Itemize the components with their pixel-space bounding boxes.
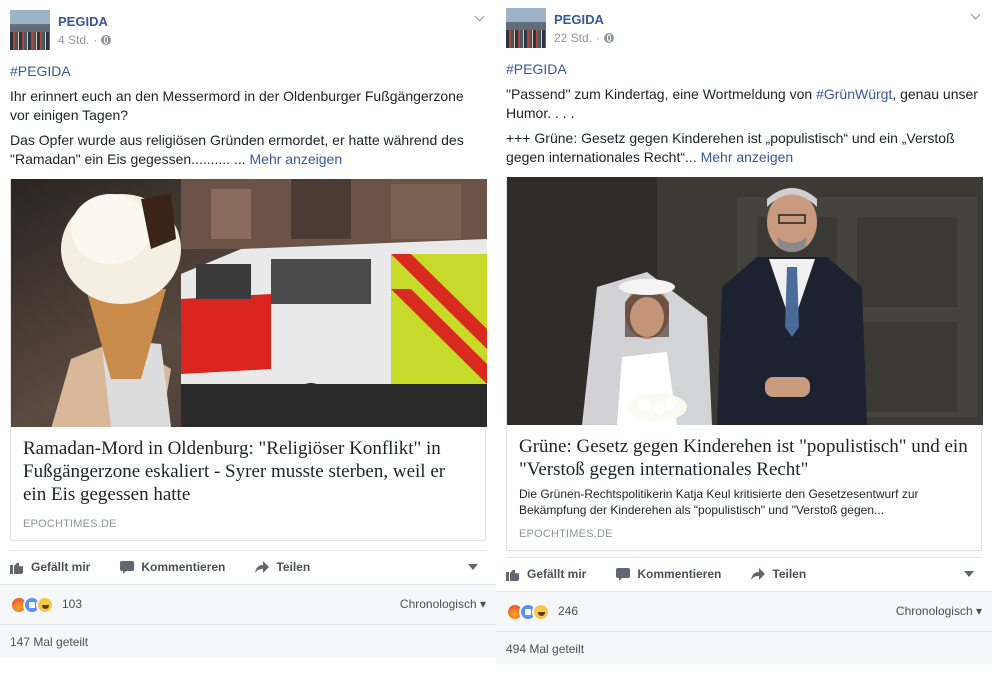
page-name-link[interactable]: PEGIDA — [58, 14, 108, 29]
reaction-icons[interactable] — [10, 596, 54, 614]
share-icon — [751, 567, 766, 581]
link-preview-card[interactable]: Ramadan-Mord in Oldenburg: "Religiöser K… — [10, 179, 487, 541]
share-label: Teilen — [772, 567, 807, 581]
share-label: Teilen — [276, 560, 311, 574]
comment-button[interactable]: Kommentieren — [120, 560, 225, 574]
link-domain: EPOCHTIMES.DE — [519, 528, 613, 540]
post-paragraph-start: "Passend" zum Kindertag, eine Wortmeldun… — [506, 86, 817, 102]
comment-button[interactable]: Kommentieren — [616, 567, 721, 581]
post-timestamp[interactable]: 4 Std. — [58, 33, 89, 47]
share-icon — [255, 560, 270, 574]
shares-bar: 494 Mal geteilt — [496, 631, 992, 664]
post-paragraph: Ihr erinnert euch an den Messermord in d… — [10, 88, 464, 123]
like-icon — [10, 560, 24, 574]
audience-caret-icon[interactable] — [964, 571, 974, 577]
meta-separator: · — [93, 33, 98, 47]
post-header: PEGIDA 22 Std. · — [506, 8, 982, 48]
comment-label: Kommentieren — [637, 567, 722, 581]
comment-label: Kommentieren — [141, 560, 226, 574]
like-label: Gefällt mir — [527, 567, 587, 581]
reactions-bar: 103 Chronologisch ▾ — [0, 584, 496, 624]
like-label: Gefällt mir — [31, 560, 91, 574]
meta-separator: · — [596, 31, 601, 45]
post-meta: 4 Std. · — [58, 33, 112, 47]
news-feed: PEGIDA 4 Std. · #PEGIDA Ihr erinnert euc… — [0, 0, 992, 680]
globe-icon — [101, 35, 112, 45]
share-count[interactable]: 147 Mal geteilt — [10, 635, 88, 649]
page-avatar[interactable] — [10, 10, 50, 50]
share-button[interactable]: Teilen — [255, 560, 310, 574]
comment-sort-dropdown[interactable]: Chronologisch ▾ — [400, 597, 486, 611]
comment-sort-dropdown[interactable]: Chronologisch ▾ — [896, 604, 982, 618]
page-name-link[interactable]: PEGIDA — [554, 12, 604, 27]
reaction-count[interactable]: 103 — [62, 597, 82, 611]
chevron-down-icon[interactable] — [970, 10, 982, 22]
shares-bar: 147 Mal geteilt — [0, 624, 496, 657]
post-meta: 22 Std. · — [554, 31, 615, 45]
globe-icon — [604, 33, 615, 43]
like-button[interactable]: Gefällt mir — [506, 567, 586, 581]
see-more-link[interactable]: Mehr anzeigen — [701, 149, 794, 165]
comment-icon — [120, 560, 135, 574]
link-domain: EPOCHTIMES.DE — [23, 518, 117, 530]
like-button[interactable]: Gefällt mir — [10, 560, 90, 574]
hashtag-link[interactable]: #GrünWürgt — [816, 86, 892, 102]
like-icon — [506, 567, 520, 581]
link-description: Die Grünen-Rechtspolitikerin Katja Keul … — [519, 487, 919, 517]
see-more-link[interactable]: Mehr anzeigen — [250, 151, 343, 167]
post-header: PEGIDA 4 Std. · — [10, 10, 486, 50]
action-bar: Gefällt mir Kommentieren Teilen — [506, 557, 982, 590]
ice-cream-ambulance-photo — [11, 179, 487, 427]
link-preview-image[interactable] — [11, 179, 487, 427]
page-avatar[interactable] — [506, 8, 546, 48]
action-bar: Gefällt mir Kommentieren Teilen — [10, 550, 486, 583]
share-count[interactable]: 494 Mal geteilt — [506, 642, 584, 656]
child-bride-photo — [507, 177, 983, 425]
haha-reaction-icon — [36, 596, 54, 614]
reactions-bar: 246 Chronologisch ▾ — [496, 591, 992, 631]
share-button[interactable]: Teilen — [751, 567, 806, 581]
post-text: #PEGIDA Ihr erinnert euch an den Messerm… — [10, 62, 486, 175]
post-timestamp[interactable]: 22 Std. — [554, 31, 592, 45]
hashtag-link[interactable]: #PEGIDA — [506, 61, 567, 77]
reaction-icons[interactable] — [506, 603, 550, 621]
post-paragraph: Das Opfer wurde aus religiösen Gründen e… — [10, 132, 464, 167]
comment-icon — [616, 567, 631, 581]
link-preview-image[interactable] — [507, 177, 983, 425]
hashtag-link[interactable]: #PEGIDA — [10, 63, 71, 79]
chevron-down-icon[interactable] — [474, 12, 486, 24]
link-preview-card[interactable]: Grüne: Gesetz gegen Kinderehen ist "popu… — [506, 177, 983, 551]
haha-reaction-icon — [532, 603, 550, 621]
link-headline[interactable]: Ramadan-Mord in Oldenburg: "Religiöser K… — [11, 427, 485, 506]
link-headline[interactable]: Grüne: Gesetz gegen Kinderehen ist "popu… — [507, 425, 981, 481]
audience-caret-icon[interactable] — [468, 564, 478, 570]
post-text: #PEGIDA "Passend" zum Kindertag, eine Wo… — [506, 60, 982, 173]
reaction-count[interactable]: 246 — [558, 604, 578, 618]
